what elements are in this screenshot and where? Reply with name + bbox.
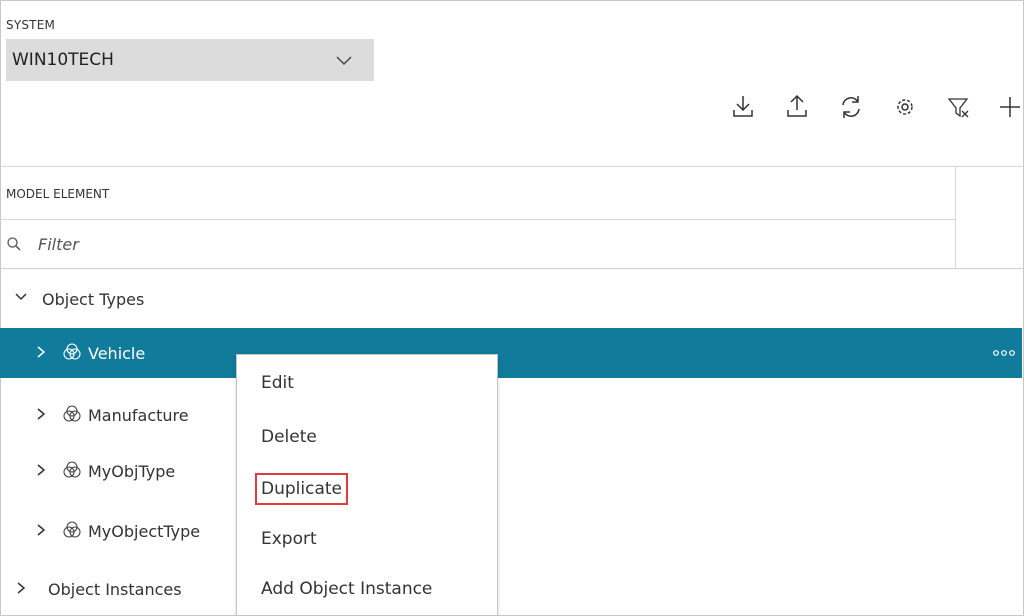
divider xyxy=(0,166,1024,167)
tree-node-label: Object Instances xyxy=(48,579,182,599)
divider xyxy=(0,219,955,220)
object-type-icon xyxy=(63,461,81,478)
chevron-right-icon[interactable] xyxy=(14,581,28,595)
tree-item-label: MyObjType xyxy=(88,461,176,481)
tree-node-label: Object Types xyxy=(42,289,145,309)
download-icon[interactable] xyxy=(730,92,756,122)
filter-row xyxy=(6,230,340,258)
settings-icon[interactable] xyxy=(892,92,918,122)
chevron-down-icon[interactable] xyxy=(14,290,28,304)
tree-node-object-types[interactable]: Object Types xyxy=(0,274,1022,324)
chevron-down-icon xyxy=(336,56,352,66)
system-dropdown[interactable]: WIN10TECH xyxy=(6,39,374,81)
column-header-model-element[interactable]: MODEL ELEMENT xyxy=(6,187,109,201)
more-options-icon[interactable] xyxy=(992,348,1016,358)
menu-item-duplicate[interactable]: Duplicate xyxy=(255,473,348,505)
system-label: SYSTEM xyxy=(6,18,56,32)
add-icon[interactable] xyxy=(998,92,1022,122)
menu-item-add-object-instance[interactable]: Add Object Instance xyxy=(261,579,432,599)
object-type-icon xyxy=(63,521,81,538)
tree-item-myobjecttype[interactable]: MyObjectType xyxy=(0,506,1022,556)
tree-item-vehicle[interactable]: Vehicle xyxy=(0,328,1022,378)
system-dropdown-value: WIN10TECH xyxy=(12,50,114,70)
upload-icon[interactable] xyxy=(784,92,810,122)
search-icon xyxy=(7,237,21,251)
toolbar xyxy=(0,92,1024,124)
tree-item-label: Vehicle xyxy=(88,343,146,363)
chevron-right-icon[interactable] xyxy=(34,345,48,359)
clear-filter-icon[interactable] xyxy=(946,92,972,122)
context-menu: Edit Delete Duplicate Export Add Object … xyxy=(236,354,498,616)
chevron-right-icon[interactable] xyxy=(34,463,48,477)
menu-item-delete[interactable]: Delete xyxy=(261,427,317,447)
refresh-icon[interactable] xyxy=(838,92,864,122)
tree-item-label: Manufacture xyxy=(88,405,189,425)
tree-item-label: MyObjectType xyxy=(88,521,201,541)
object-type-icon xyxy=(63,405,81,422)
menu-item-export[interactable]: Export xyxy=(261,529,317,549)
column-divider xyxy=(955,166,956,268)
filter-input[interactable] xyxy=(36,233,340,255)
object-type-icon xyxy=(63,343,81,360)
tree-item-myobjtype[interactable]: MyObjType xyxy=(0,446,1022,496)
chevron-right-icon[interactable] xyxy=(34,407,48,421)
tree-item-manufacture[interactable]: Manufacture xyxy=(0,390,1022,440)
divider xyxy=(0,268,1024,269)
menu-item-edit[interactable]: Edit xyxy=(261,373,294,393)
tree-node-object-instances[interactable]: Object Instances xyxy=(0,564,1022,614)
chevron-right-icon[interactable] xyxy=(34,523,48,537)
